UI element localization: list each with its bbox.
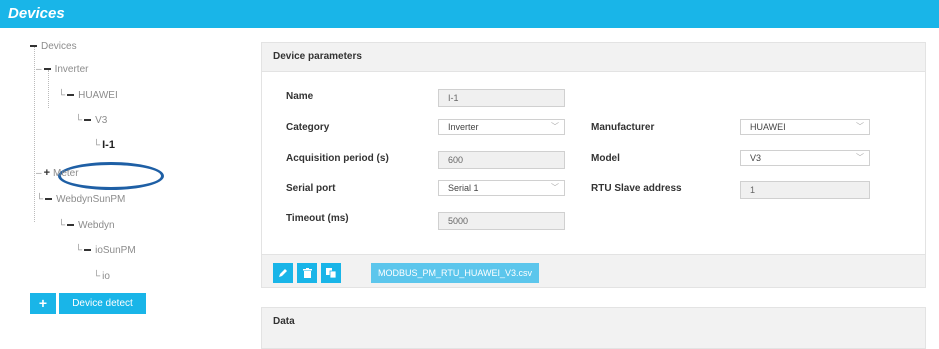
- copy-icon: [326, 268, 337, 279]
- tree-node-inverter[interactable]: – Inverter: [36, 64, 88, 76]
- tree-node-meter[interactable]: – + Meter: [36, 167, 79, 180]
- name-label: Name: [286, 91, 314, 102]
- delete-button[interactable]: [297, 263, 317, 283]
- manufacturer-select[interactable]: HUAWEI ﹀: [740, 119, 870, 135]
- chevron-down-icon: ﹀: [551, 122, 559, 131]
- tree-node-devices[interactable]: Devices: [30, 41, 77, 53]
- tree-node-io[interactable]: └ io: [93, 271, 110, 283]
- category-label: Category: [286, 122, 330, 133]
- category-select[interactable]: Inverter ﹀: [438, 119, 565, 135]
- tree-line: [34, 46, 35, 222]
- edit-button[interactable]: [273, 263, 293, 283]
- expand-icon[interactable]: +: [44, 167, 50, 179]
- modbus-file-button[interactable]: MODBUS_PM_RTU_HUAWEI_V3.csv: [371, 263, 540, 283]
- chevron-down-icon: ﹀: [856, 153, 864, 162]
- tree-node-webdyn[interactable]: └ Webdyn: [58, 220, 115, 232]
- model-value: V3: [750, 153, 762, 163]
- trash-icon: [302, 268, 312, 278]
- collapse-icon[interactable]: [45, 198, 53, 201]
- tree-node-webdynsunpm[interactable]: └ WebdynSunPM: [36, 194, 125, 206]
- timeout-label: Timeout (ms): [286, 213, 349, 224]
- tree-node-iosunpm[interactable]: └ ioSunPM: [75, 245, 136, 257]
- tree-node-v3[interactable]: └ V3: [75, 115, 107, 127]
- serial-port-label: Serial port: [286, 183, 336, 194]
- model-label: Model: [591, 153, 620, 164]
- acquisition-period-label: Acquisition period (s): [286, 153, 389, 164]
- copy-button[interactable]: [321, 263, 341, 283]
- serial-port-select[interactable]: Serial 1 ﹀: [438, 180, 565, 196]
- category-value: Inverter: [448, 122, 479, 132]
- device-tree: Devices – Inverter └ HUAWEI └ V3 └ I-1 – + Met…: [0, 28, 235, 334]
- manufacturer-label: Manufacturer: [591, 122, 655, 133]
- model-select[interactable]: V3 ﹀: [740, 150, 870, 166]
- chevron-down-icon: ﹀: [856, 122, 864, 131]
- collapse-icon[interactable]: [84, 119, 92, 122]
- pencil-icon: [279, 269, 287, 277]
- data-panel-title: Data: [273, 316, 295, 327]
- panel-footer: MODBUS_PM_RTU_HUAWEI_V3.csv: [262, 254, 925, 287]
- collapse-icon[interactable]: [30, 45, 37, 48]
- page-title: Devices: [8, 5, 65, 22]
- data-panel: Data: [261, 307, 926, 349]
- collapse-icon[interactable]: [43, 68, 51, 71]
- serial-port-value: Serial 1: [448, 183, 479, 193]
- collapse-icon[interactable]: [67, 94, 75, 97]
- device-parameters-panel: Device parameters Name I-1 Category Inve…: [261, 42, 926, 288]
- page-header: Devices: [0, 0, 939, 28]
- add-device-button[interactable]: +: [30, 293, 56, 314]
- chevron-down-icon: ﹀: [551, 183, 559, 192]
- timeout-field[interactable]: 5000: [438, 212, 565, 230]
- rtu-slave-address-label: RTU Slave address: [591, 183, 682, 194]
- collapse-icon[interactable]: [84, 249, 92, 252]
- device-detect-button[interactable]: Device detect: [59, 293, 146, 314]
- name-field[interactable]: I-1: [438, 89, 565, 107]
- tree-node-huawei[interactable]: └ HUAWEI: [58, 90, 118, 102]
- collapse-icon[interactable]: [67, 224, 75, 227]
- tree-node-i1[interactable]: └ I-1: [93, 139, 115, 152]
- acquisition-period-field[interactable]: 600: [438, 151, 565, 169]
- rtu-slave-address-field[interactable]: 1: [740, 181, 870, 199]
- panel-title: Device parameters: [262, 43, 925, 72]
- manufacturer-value: HUAWEI: [750, 122, 786, 132]
